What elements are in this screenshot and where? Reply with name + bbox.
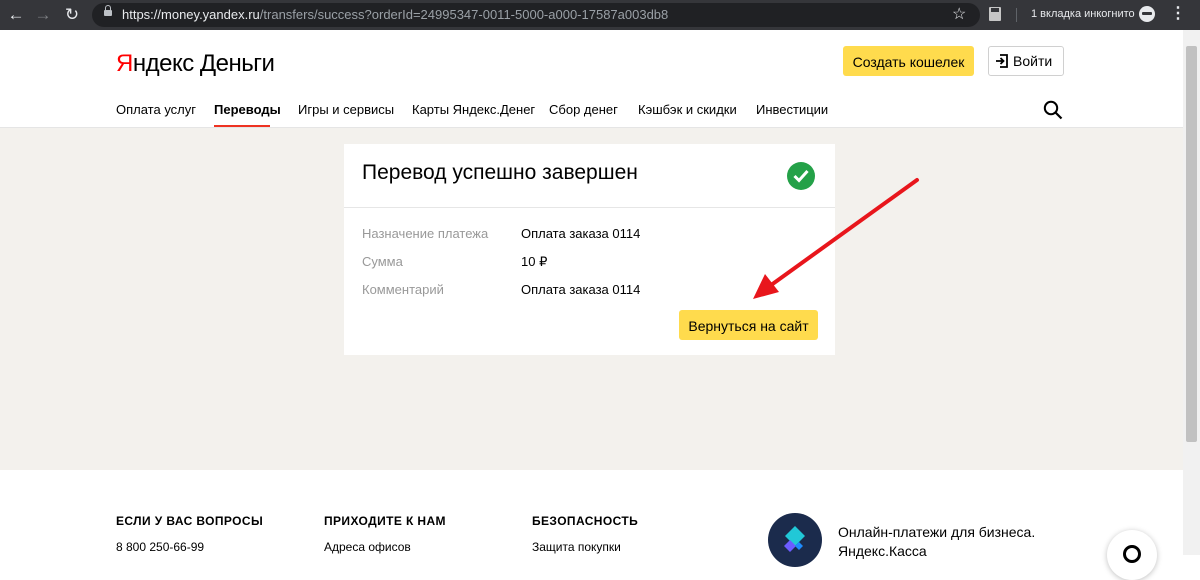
browser-menu-icon[interactable]: ⋮ (1170, 4, 1186, 24)
nav-fundraising[interactable]: Сбор денег (549, 102, 618, 117)
footer-questions-heading: ЕСЛИ У ВАС ВОПРОСЫ (116, 514, 264, 528)
scrollbar-thumb[interactable] (1186, 46, 1197, 442)
forward-arrow-icon[interactable]: → (33, 5, 53, 25)
main-content: Перевод успешно завершен Назначение плат… (0, 128, 1183, 470)
browser-toolbar: ← → ↻ https://money.yandex.ru/transfers/… (0, 0, 1200, 30)
site-footer: ЕСЛИ У ВАС ВОПРОСЫ 8 800 250-66-99 ПРИХО… (0, 470, 1183, 580)
save-icon[interactable] (989, 7, 1001, 21)
nav-games-services[interactable]: Игры и сервисы (298, 102, 394, 117)
incognito-icon[interactable] (1139, 6, 1155, 22)
purpose-label: Назначение платежа (362, 226, 489, 241)
login-icon (996, 54, 1008, 68)
comment-value: Оплата заказа 0114 (521, 282, 641, 297)
amount-value: 10 ₽ (521, 254, 548, 269)
footer-offices-link[interactable]: Адреса офисов (324, 540, 411, 554)
kassa-promo-line2: Яндекс.Касса (838, 543, 927, 559)
lock-icon (104, 5, 112, 16)
footer-phone-link[interactable]: 8 800 250-66-99 (116, 540, 204, 554)
login-label: Войти (1013, 53, 1053, 69)
help-chat-button[interactable] (1107, 530, 1157, 580)
reload-icon[interactable]: ↻ (62, 5, 82, 25)
annotation-arrow-icon (753, 178, 919, 299)
site-header: Яндекс Деньги Создать кошелек Войти Опла… (0, 30, 1183, 128)
return-to-site-button[interactable]: Вернуться на сайт (679, 310, 818, 340)
search-icon[interactable] (1043, 100, 1063, 120)
purpose-value: Оплата заказа 0114 (521, 226, 641, 241)
yandex-money-logo[interactable]: Яндекс Деньги (116, 50, 275, 78)
login-button[interactable]: Войти (988, 46, 1064, 76)
active-tab-underline (214, 125, 270, 127)
amount-label: Сумма (362, 254, 403, 269)
comment-label: Комментарий (362, 282, 444, 297)
page: Яндекс Деньги Создать кошелек Войти Опла… (0, 30, 1183, 580)
nav-cards[interactable]: Карты Яндекс.Денег (412, 102, 535, 117)
page-scrollbar[interactable] (1183, 30, 1200, 555)
footer-security-heading: БЕЗОПАСНОСТЬ (532, 514, 639, 528)
incognito-label[interactable]: 1 вкладка инкогнито (1031, 8, 1135, 20)
nav-investments[interactable]: Инвестиции (756, 102, 828, 117)
kassa-promo-line1: Онлайн-платежи для бизнеса. (838, 524, 1036, 540)
kassa-promo-text[interactable]: Онлайн-платежи для бизнеса. Яндекс.Касса (838, 523, 1035, 561)
footer-purchase-protection-link[interactable]: Защита покупки (532, 540, 621, 554)
chat-icon (1123, 545, 1141, 563)
card-title: Перевод успешно завершен (362, 161, 638, 184)
yandex-kassa-logo-icon[interactable] (768, 513, 822, 567)
back-arrow-icon[interactable]: ← (6, 5, 26, 25)
nav-payments[interactable]: Оплата услуг (116, 102, 196, 117)
address-bar[interactable]: https://money.yandex.ru/transfers/succes… (92, 3, 980, 27)
create-wallet-button[interactable]: Создать кошелек (843, 46, 974, 76)
nav-cashback[interactable]: Кэшбэк и скидки (638, 102, 737, 117)
nav-transfers[interactable]: Переводы (214, 102, 281, 117)
toolbar-divider (1016, 8, 1017, 22)
footer-visit-heading: ПРИХОДИТЕ К НАМ (324, 514, 446, 528)
url-text[interactable]: https://money.yandex.ru/transfers/succes… (122, 7, 668, 22)
bookmark-star-icon[interactable]: ☆ (952, 4, 966, 24)
